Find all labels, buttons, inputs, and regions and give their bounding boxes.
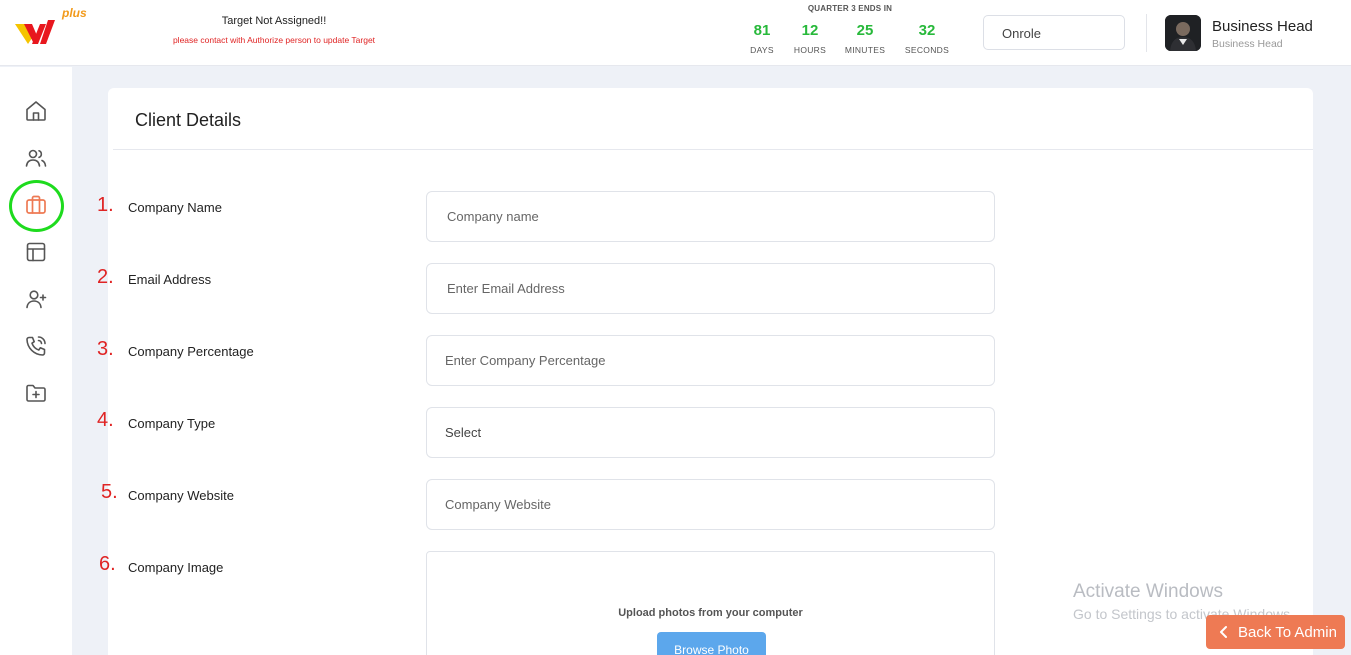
countdown-seconds-label: SECONDS <box>904 45 950 55</box>
browse-photo-button[interactable]: Browse Photo <box>657 632 766 655</box>
sidebar-item-layout[interactable] <box>22 238 50 266</box>
annotation-number: 3. <box>97 338 114 360</box>
countdown-hours-label: HOURS <box>793 45 827 55</box>
sidebar-item-add-user[interactable] <box>22 285 50 313</box>
sidebar-item-users[interactable] <box>22 144 50 172</box>
field-label-email: Email Address <box>128 272 212 287</box>
avatar[interactable] <box>1165 15 1201 51</box>
home-icon <box>26 101 46 121</box>
windows-activation-title: Activate Windows <box>1073 581 1223 602</box>
annotation-number: 2. <box>97 266 114 288</box>
header-divider <box>1146 14 1147 52</box>
upload-instructions: Upload photos from your computer <box>618 607 803 619</box>
target-notice: Target Not Assigned!! please contact wit… <box>150 15 398 45</box>
back-to-admin-button[interactable]: Back To Admin <box>1206 615 1345 649</box>
user-name: Business Head <box>1212 18 1313 35</box>
phone-call-icon <box>26 336 46 356</box>
user-photo-icon <box>1165 15 1201 51</box>
layout-icon <box>26 242 46 262</box>
sidebar-item-calls[interactable] <box>22 332 50 360</box>
company-website-input[interactable] <box>426 479 995 530</box>
countdown-title: QUARTER 3 ENDS IN <box>807 4 893 13</box>
company-percentage-input[interactable] <box>426 335 995 386</box>
back-to-admin-label: Back To Admin <box>1238 623 1337 641</box>
countdown-seconds-value: 32 <box>918 22 936 39</box>
user-role: Business Head <box>1212 38 1283 50</box>
company-type-select[interactable]: Select <box>426 407 995 458</box>
sidebar <box>0 67 72 655</box>
countdown-minutes: 25 MINUTES <box>835 22 895 55</box>
countdown-hours: 12 HOURS <box>780 22 840 55</box>
role-select[interactable]: Onrole <box>983 15 1125 50</box>
target-title: Target Not Assigned!! <box>221 15 327 27</box>
sidebar-item-home[interactable] <box>22 97 50 125</box>
active-highlight-ring <box>9 180 64 232</box>
user-plus-icon <box>26 290 47 309</box>
countdown-seconds: 32 SECONDS <box>897 22 957 55</box>
sidebar-item-folder[interactable] <box>22 379 50 407</box>
field-label-company-name: Company Name <box>128 200 222 215</box>
countdown-hours-value: 12 <box>801 22 819 39</box>
field-label-percentage: Company Percentage <box>128 344 254 359</box>
folder-plus-icon <box>26 384 46 402</box>
logo-plus-text: plus <box>62 6 87 20</box>
company-name-input[interactable] <box>426 191 995 242</box>
email-input[interactable] <box>426 263 995 314</box>
field-label-image: Company Image <box>128 560 224 575</box>
countdown-minutes-value: 25 <box>856 22 874 39</box>
app-logo[interactable]: plus <box>14 6 98 48</box>
countdown-minutes-label: MINUTES <box>844 45 886 55</box>
annotation-number: 1. <box>97 194 114 216</box>
target-note: please contact with Authorize person to … <box>172 35 376 45</box>
image-upload-area[interactable]: Upload photos from your computer Browse … <box>426 551 995 655</box>
chevron-left-icon <box>1220 626 1227 638</box>
card-divider <box>113 149 1313 150</box>
annotation-number: 4. <box>97 409 114 431</box>
field-label-company-type: Company Type <box>128 416 216 431</box>
annotation-number: 5. <box>101 481 118 503</box>
users-icon <box>25 149 47 167</box>
annotation-number: 6. <box>99 553 116 575</box>
field-label-website: Company Website <box>128 488 234 503</box>
page-title: Client Details <box>135 110 242 130</box>
top-header: plus Target Not Assigned!! please contac… <box>0 0 1351 66</box>
